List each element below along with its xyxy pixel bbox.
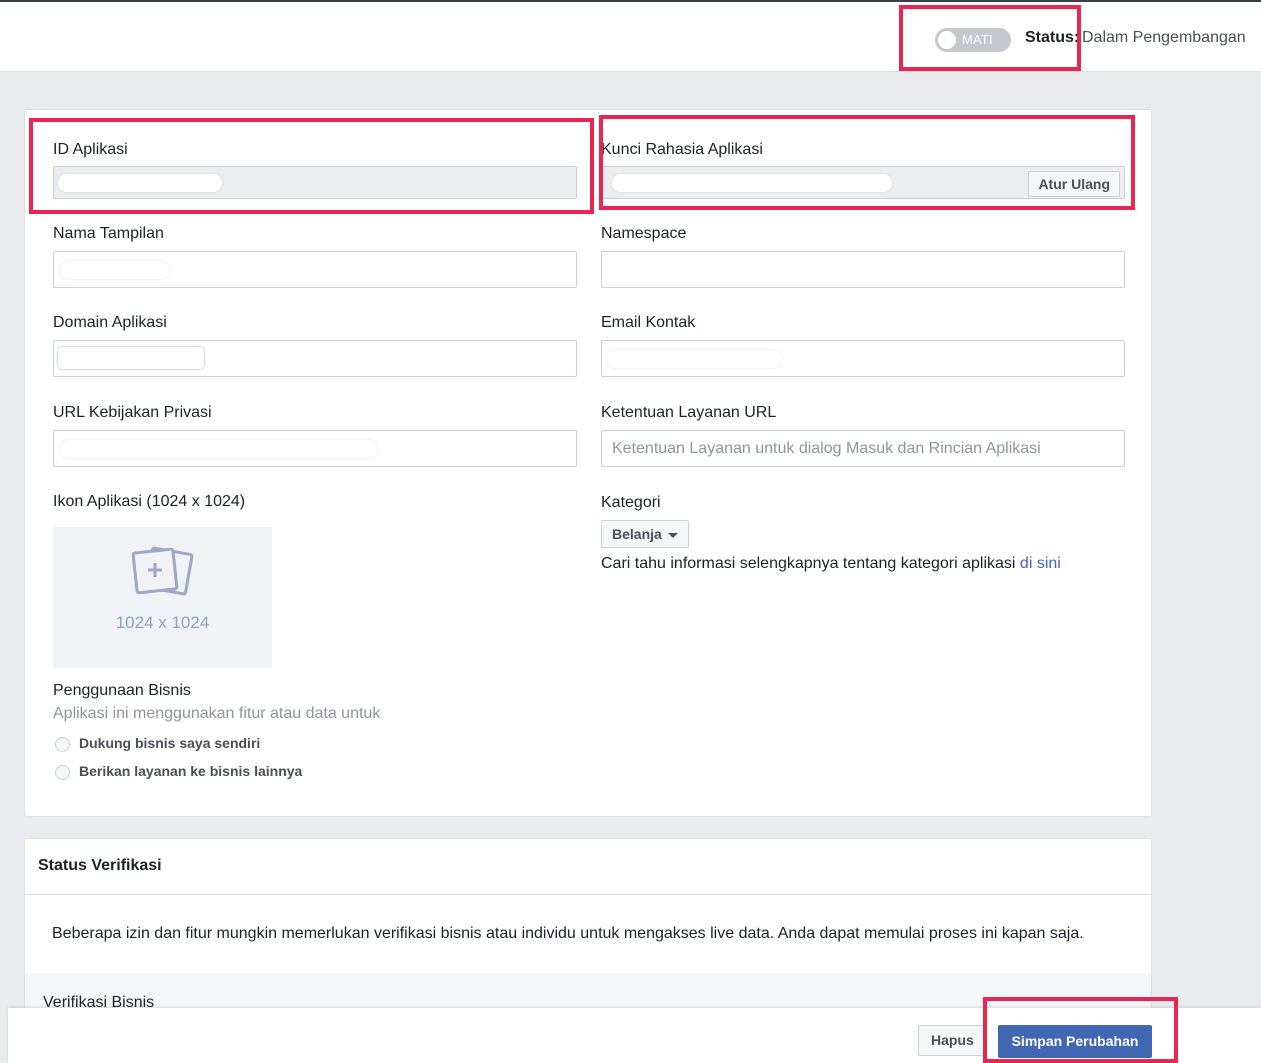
app-icon-upload[interactable]: 1024 x 1024 (53, 527, 272, 668)
business-use-subtitle: Aplikasi ini menggunakan fitur atau data… (53, 705, 381, 722)
radio-button[interactable] (55, 736, 70, 752)
redacted-value (606, 350, 782, 368)
status-value: Dalam Pengembangan (1082, 29, 1246, 46)
category-label: Kategori (601, 494, 661, 511)
category-value: Belanja (612, 526, 662, 542)
namespace-label: Namespace (601, 225, 687, 242)
app-domain-label: Domain Aplikasi (53, 314, 167, 331)
add-photo-icon (131, 546, 194, 596)
business-option-label: Berikan layanan ke bisnis lainnya (79, 763, 303, 779)
business-option-others[interactable]: Berikan layanan ke bisnis lainnya (55, 763, 302, 780)
verification-title: Status Verifikasi (38, 857, 162, 874)
domain-tag (58, 347, 204, 369)
business-use-label: Penggunaan Bisnis (53, 682, 191, 699)
verification-description: Beberapa izin dan fitur mungkin memerluk… (52, 925, 1084, 942)
app-secret-field[interactable]: Atur Ulang (601, 166, 1125, 199)
toggle-label: MATI (962, 32, 993, 47)
toggle-knob (938, 31, 956, 49)
category-dropdown[interactable]: Belanja (601, 520, 689, 548)
category-help-link[interactable]: di sini (1020, 555, 1061, 572)
live-mode-toggle[interactable]: MATI (935, 28, 1011, 52)
namespace-input[interactable] (601, 251, 1125, 288)
category-help-text: Cari tahu informasi selengkapnya tentang… (601, 555, 1016, 572)
reset-secret-button[interactable]: Atur Ulang (1028, 171, 1120, 197)
category-help: Cari tahu informasi selengkapnya tentang… (601, 555, 1061, 573)
app-id-label: ID Aplikasi (53, 141, 128, 158)
status-key: Status: (1025, 29, 1080, 46)
app-icon-label: Ikon Aplikasi (1024 x 1024) (53, 493, 246, 510)
app-id-field[interactable] (53, 166, 577, 199)
radio-button[interactable] (55, 764, 70, 780)
tos-url-label: Ketentuan Layanan URL (601, 404, 777, 421)
redacted-value (60, 440, 378, 458)
contact-email-label: Email Kontak (601, 314, 696, 331)
verification-header: Status Verifikasi (25, 839, 1151, 895)
redacted-value (60, 261, 170, 279)
delete-button[interactable]: Hapus (918, 1025, 987, 1056)
app-domain-input[interactable] (53, 340, 577, 377)
business-option-own[interactable]: Dukung bisnis saya sendiri (55, 735, 260, 752)
basic-settings-card: ID Aplikasi Kunci Rahasia Aplikasi Atur … (24, 109, 1152, 817)
privacy-url-label: URL Kebijakan Privasi (53, 404, 212, 421)
caret-down-icon (667, 532, 678, 538)
redacted-value (58, 174, 222, 192)
save-changes-button[interactable]: Simpan Perubahan (998, 1025, 1152, 1058)
business-option-label: Dukung bisnis saya sendiri (79, 735, 261, 751)
privacy-url-input[interactable] (53, 430, 577, 467)
display-name-label: Nama Tampilan (53, 225, 164, 242)
app-secret-label: Kunci Rahasia Aplikasi (601, 141, 763, 158)
tos-url-placeholder: Ketentuan Layanan untuk dialog Masuk dan… (612, 440, 1041, 457)
contact-email-input[interactable] (601, 340, 1125, 377)
icon-size-text: 1024 x 1024 (115, 613, 210, 632)
app-header-bar: MATI Status: Dalam Pengembangan (0, 2, 1261, 72)
redacted-value (612, 174, 892, 192)
display-name-input[interactable] (53, 251, 577, 288)
tos-url-input[interactable]: Ketentuan Layanan untuk dialog Masuk dan… (601, 430, 1125, 467)
